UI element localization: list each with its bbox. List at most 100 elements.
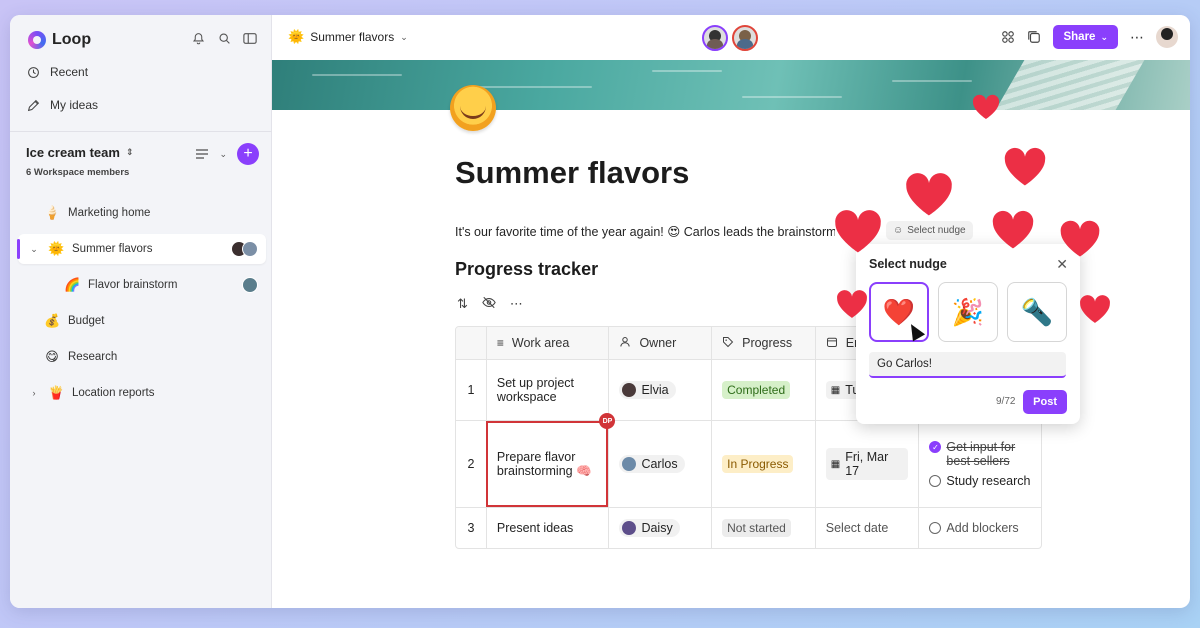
work-area-cell[interactable]: Present ideas: [485, 508, 609, 548]
sidebar-item-label: Flavor brainstorm: [88, 279, 178, 291]
task-item[interactable]: ✓ Get input for best sellers: [929, 440, 1031, 468]
owner-cell[interactable]: Daisy: [608, 508, 711, 548]
cell-text: Prepare flavor brainstorming 🧠: [496, 449, 592, 478]
smiley-icon: ☺: [893, 225, 904, 236]
app-window: Loop Recent My ideas Ice cream team ⇕ 6 …: [10, 15, 1190, 608]
tasks-cell[interactable]: Add blockers: [918, 508, 1041, 548]
page-icon[interactable]: [450, 85, 496, 131]
share-label: Share: [1063, 31, 1096, 43]
panel-toggle-icon[interactable]: [243, 31, 257, 45]
date-cell[interactable]: ▦ Fri, Mar 17: [814, 421, 919, 507]
checkbox-checked-icon[interactable]: ✓: [929, 441, 942, 453]
task-item[interactable]: Add blockers: [929, 521, 1019, 535]
post-button[interactable]: Post: [1023, 390, 1067, 414]
close-icon[interactable]: ✕: [1056, 256, 1068, 273]
sidebar-top-icons: [191, 31, 257, 45]
sidebar-item-marketing-home[interactable]: 🍦 Marketing home: [18, 198, 266, 228]
flashlight-icon: 🔦: [1020, 296, 1054, 327]
row-number: 1: [467, 383, 475, 397]
heart-icon: [1078, 293, 1112, 324]
document-title-menu[interactable]: 🌞 Summer flavors ⌄: [288, 29, 408, 45]
sidebar-item-my-ideas[interactable]: My ideas: [26, 98, 98, 112]
tag-icon: [722, 336, 734, 351]
chevron-right-icon[interactable]: ›: [28, 388, 40, 398]
progress-cell[interactable]: Not started: [711, 508, 815, 548]
avatar[interactable]: [702, 25, 728, 51]
work-area-cell[interactable]: Set up project workspace: [485, 360, 609, 420]
select-nudge-chip[interactable]: ☺ Select nudge: [886, 221, 973, 240]
owner-name: Daisy: [641, 521, 673, 535]
progress-cell[interactable]: In Progress: [711, 421, 815, 507]
chevron-down-icon[interactable]: ⌄: [219, 149, 227, 160]
person-chip[interactable]: Elvia: [619, 381, 676, 399]
avatar: [622, 457, 637, 471]
workspace-actions: ⌄ +: [195, 143, 259, 165]
column-header-owner[interactable]: Owner: [608, 327, 712, 359]
status-badge: Not started: [722, 519, 791, 537]
owner-cell[interactable]: Elvia: [608, 360, 711, 420]
nudge-option-spotlight[interactable]: 🔦: [1007, 282, 1067, 342]
heart-icon: [832, 207, 884, 254]
avatar[interactable]: [732, 25, 758, 51]
sidebar-item-summer-flavors[interactable]: ⌄ 🌞 Summer flavors: [17, 234, 266, 264]
table-row[interactable]: 2 Prepare flavor brainstorming 🧠 DP Carl…: [456, 413, 1041, 507]
copy-component-icon[interactable]: [1027, 30, 1041, 44]
add-page-button[interactable]: +: [237, 143, 259, 165]
sidebar-item-flavor-brainstorm[interactable]: 🌈 Flavor brainstorm: [18, 270, 266, 300]
chevron-down-icon[interactable]: ⌄: [28, 244, 40, 255]
task-item[interactable]: Study research: [929, 474, 1031, 488]
list-menu-icon[interactable]: [195, 147, 209, 161]
tasks-cell[interactable]: ✓ Get input for best sellers Study resea…: [918, 421, 1041, 507]
checkbox-icon[interactable]: [929, 475, 942, 487]
owner-cell[interactable]: Carlos: [608, 421, 711, 507]
brand[interactable]: Loop: [28, 31, 91, 49]
bell-icon[interactable]: [191, 31, 205, 45]
avatar: [242, 277, 258, 293]
sidebar-item-recent[interactable]: Recent: [26, 65, 88, 79]
heart-icon: [971, 93, 1001, 120]
page-collaborators: [242, 277, 258, 293]
page-collaborators: [231, 241, 258, 257]
section-title: Progress tracker: [455, 259, 599, 279]
sidebar-item-label: Budget: [68, 315, 105, 327]
presence-avatars: [702, 25, 758, 51]
column-header-progress[interactable]: Progress: [711, 327, 815, 359]
more-options-icon[interactable]: ⋯: [1130, 29, 1144, 45]
sidebar-item-research[interactable]: 😋 Research: [18, 342, 266, 372]
sidebar-item-location-reports[interactable]: › 🍟 Location reports: [18, 378, 266, 408]
task-list: ✓ Get input for best sellers Study resea…: [929, 440, 1031, 488]
apps-grid-icon[interactable]: [1001, 30, 1015, 44]
sidebar-item-budget[interactable]: 💰 Budget: [18, 306, 266, 336]
heart-icon: [1058, 218, 1102, 258]
clock-icon: [26, 65, 40, 79]
nudge-message-input[interactable]: [869, 352, 1066, 378]
task-text: Add blockers: [946, 521, 1019, 535]
person-chip[interactable]: Daisy: [619, 519, 680, 537]
select-date-placeholder: Select date: [825, 521, 889, 535]
more-options-icon[interactable]: ⋯: [510, 296, 523, 312]
search-icon[interactable]: [217, 31, 231, 45]
checkbox-icon[interactable]: [929, 522, 942, 534]
hide-icon[interactable]: [482, 296, 496, 312]
task-text: Study research: [946, 474, 1031, 488]
sidebar-item-label: Research: [68, 351, 118, 363]
status-badge: In Progress: [722, 455, 794, 473]
topbar: 🌞 Summer flavors ⌄ Share ⌄ ⋯: [272, 15, 1190, 60]
sort-icon[interactable]: ⇅: [457, 296, 468, 312]
date-chip: ▦ Fri, Mar 17: [825, 448, 909, 480]
yum-face-icon: 😋: [45, 349, 59, 364]
nudge-option-party[interactable]: 🎉: [938, 282, 998, 342]
table-row[interactable]: 3 Present ideas Daisy Not started Select…: [456, 507, 1041, 548]
share-button[interactable]: Share ⌄: [1053, 25, 1118, 49]
progress-cell[interactable]: Completed: [711, 360, 815, 420]
person-chip[interactable]: Carlos: [619, 455, 685, 473]
user-avatar[interactable]: [1156, 26, 1178, 48]
active-indicator: [17, 239, 20, 259]
workspace-switcher[interactable]: Ice cream team ⇕: [26, 145, 134, 160]
work-area-cell[interactable]: Prepare flavor brainstorming 🧠 DP: [485, 413, 616, 507]
updown-chevron-icon: ⇕: [125, 147, 134, 157]
column-header-label: Progress: [742, 336, 793, 350]
date-cell[interactable]: Select date: [814, 508, 919, 548]
avatar: [622, 521, 637, 535]
column-header-work-area[interactable]: ≡ Work area: [485, 327, 609, 359]
